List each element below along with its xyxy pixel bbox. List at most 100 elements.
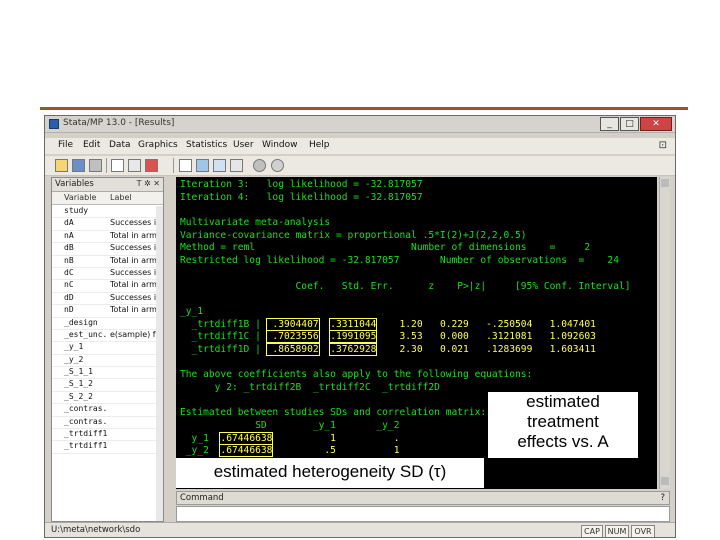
menu-graphics[interactable]: Graphics [138,140,178,150]
results-text [180,293,186,304]
maximize-button[interactable]: □ [620,117,639,131]
column-label[interactable]: Label [110,193,132,202]
menu-data[interactable]: Data [109,140,131,150]
highlighted-value: .3762928 [329,342,378,356]
results-line: Variance-covariance matrix = proportiona… [180,230,631,243]
column-variable[interactable]: Variable [64,193,96,202]
variable-row[interactable]: _S_1_2 [52,379,163,392]
variable-row[interactable]: _y_2 [52,355,163,368]
command-bar: Command ? [176,491,670,505]
variable-row[interactable]: _contras... [52,417,163,430]
results-text [180,204,186,215]
annotation-line: estimated [526,392,600,411]
variable-row[interactable]: _est_unc...e(sample) fo [52,329,163,343]
variable-name: nA [64,230,74,240]
variable-name: dB [64,243,74,253]
highlighted-value: .3904407 [265,317,320,331]
break-icon[interactable] [271,159,284,172]
window-title: Stata/MP 13.0 - [Results] [63,118,175,128]
results-text [319,344,331,355]
variable-name: study [64,206,89,215]
viewer-icon[interactable] [128,159,141,172]
graph-icon[interactable] [145,159,158,172]
print-icon[interactable] [89,159,102,172]
data-browser-icon[interactable] [213,159,226,172]
minimize-button[interactable]: _ [600,117,619,131]
variables-scrollbar[interactable] [156,206,163,521]
menu-file[interactable]: File [58,140,73,150]
variable-row[interactable]: dA Successes in [52,218,163,231]
variable-row[interactable]: dB Successes in [52,243,163,256]
variables-list: study dA Successes in nA Total in arm dB Succe… [52,206,163,454]
results-text [180,395,186,406]
status-bar: U:\meta\network\sdo CAP NUM OVR [45,522,675,537]
command-input[interactable] [176,506,670,522]
data-editor-icon[interactable] [196,159,209,172]
results-text: _y_2 [180,445,221,457]
menu-edit[interactable]: Edit [83,140,100,150]
variable-row[interactable]: _trtdiff1B [52,429,163,442]
results-text: Number of dimensions = 2 [255,242,591,254]
results-line: _trtdiff1B | .3904407 .3311044 1.20 0.22… [180,317,631,332]
title-bar[interactable]: Stata/MP 13.0 - [Results] _ □ ✕ [45,116,675,133]
results-text: _trtdiff1C | [180,331,267,343]
results-text: Number of observations = 24 [399,255,619,267]
variable-row[interactable]: _contras... [52,404,163,417]
variable-row[interactable]: nB Total in arm [52,256,163,268]
close-button[interactable]: ✕ [640,117,672,131]
menu-bar: File Edit Data Graphics Statistics User … [45,138,675,154]
command-label: Command [180,493,224,503]
open-icon[interactable] [55,159,68,172]
scroll-up-icon[interactable] [661,179,669,187]
variable-name: _est_unc... [64,329,108,339]
variable-row[interactable]: _S_2_2 [52,392,163,405]
save-icon[interactable] [72,159,85,172]
variables-panel: Variables T ✲ ✕ Variable Label study dA Su… [51,177,164,522]
results-text: y_1 [180,432,221,444]
variable-name: _trtdiff1B [64,429,108,439]
help-icon[interactable]: ? [660,493,665,503]
results-text: Iteration 3: log likelihood = -32.817057 [180,179,423,190]
toolbar-separator [106,158,107,173]
annotation-line: treatment [527,412,599,431]
highlighted-value: .67446638 [219,444,274,458]
results-text: _trtdiff1B | [180,318,267,330]
variable-row[interactable]: nC Total in arm [52,280,163,293]
results-text [319,319,331,330]
annotation-line: effects vs. A [517,432,609,451]
variable-row[interactable]: _y_1 [52,342,163,355]
results-text: 1 . [272,432,400,444]
results-line [180,293,631,306]
results-text: _y_1 [180,305,204,317]
results-line: Multivariate meta-analysis [180,217,631,230]
log-icon[interactable] [111,159,124,172]
results-text: 3.53 0.000 .3121081 1.092603 [376,331,596,343]
menu-statistics[interactable]: Statistics [186,140,227,150]
scroll-down-icon[interactable] [661,477,669,485]
variable-row[interactable]: dD Successes in [52,293,163,306]
dofile-editor-icon[interactable] [179,159,192,172]
variable-row[interactable]: _design [52,318,163,330]
restore-icon[interactable]: ⊡ [659,140,667,151]
variable-row[interactable]: nA Total in arm [52,230,163,244]
results-text: SD _y_1 _y_2 [180,420,400,432]
variables-manager-icon[interactable] [230,159,243,172]
results-scrollbar[interactable] [659,177,670,489]
menu-help[interactable]: Help [309,140,330,150]
variable-row[interactable]: nD Total in arm [52,305,163,318]
annotation-heterogeneity: estimated heterogeneity SD (τ) [176,458,484,488]
working-directory: U:\meta\network\sdo [51,525,141,535]
variable-row[interactable]: study [52,206,163,219]
more-icon[interactable] [253,159,266,172]
variable-name: _contras... [64,404,108,414]
variable-name: nD [64,305,74,315]
variable-row[interactable]: _trtdiff1C [52,441,163,454]
variable-row[interactable]: dC Successes in [52,268,163,281]
highlighted-value: .3311044 [329,317,378,331]
results-line: _trtdiff1D | .8658902 .3762928 2.30 0.02… [180,342,631,357]
menu-user[interactable]: User [233,140,254,150]
variable-row[interactable]: _S_1_1 [52,367,163,380]
menu-window[interactable]: Window [262,140,298,150]
results-line: Method = reml Number of dimensions = 2 [180,242,631,255]
panel-controls[interactable]: T ✲ ✕ [137,179,160,188]
